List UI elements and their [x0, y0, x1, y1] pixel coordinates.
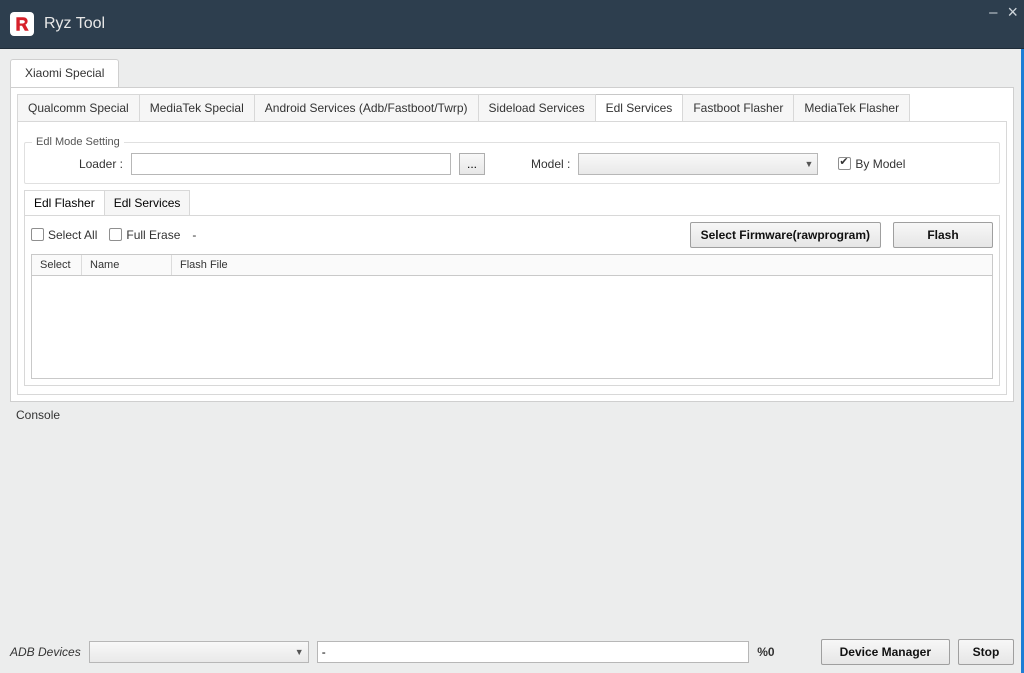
- tab-edl-services[interactable]: Edl Services: [596, 94, 684, 121]
- loader-input[interactable]: [131, 153, 451, 175]
- status-field: [317, 641, 750, 663]
- console-label: Console: [10, 402, 1014, 424]
- select-all-checkbox[interactable]: Select All: [31, 228, 97, 242]
- stop-button[interactable]: Stop: [958, 639, 1014, 665]
- tab-xiaomi-special[interactable]: Xiaomi Special: [10, 59, 119, 87]
- device-manager-button[interactable]: Device Manager: [821, 639, 950, 665]
- app-title: Ryz Tool: [44, 15, 105, 33]
- tabpanel-level1: Qualcomm Special MediaTek Special Androi…: [10, 87, 1014, 402]
- adb-devices-label: ADB Devices: [10, 645, 81, 659]
- chevron-down-icon: ▼: [295, 647, 304, 657]
- edl-mode-frame-title: Edl Mode Setting: [32, 136, 124, 148]
- dash-label: -: [192, 228, 196, 242]
- console-output[interactable]: [10, 424, 1014, 633]
- flash-button[interactable]: Flash: [893, 222, 993, 248]
- col-name: Name: [82, 255, 172, 275]
- bottom-bar: ADB Devices ▼ %0 Device Manager Stop: [10, 633, 1014, 665]
- full-erase-checkbox[interactable]: Full Erase: [109, 228, 180, 242]
- tabs-level2: Qualcomm Special MediaTek Special Androi…: [17, 94, 1007, 121]
- app-logo: [10, 12, 34, 36]
- tab-edl-services-inner[interactable]: Edl Services: [105, 190, 191, 215]
- col-select: Select: [32, 255, 82, 275]
- tab-edl-flasher[interactable]: Edl Flasher: [24, 190, 105, 215]
- tabpanel-edl-services: Edl Mode Setting Loader : ... Model : ▼: [17, 121, 1007, 395]
- loader-label: Loader :: [33, 157, 123, 171]
- tab-qualcomm-special[interactable]: Qualcomm Special: [17, 94, 140, 121]
- model-select[interactable]: ▼: [578, 153, 818, 175]
- tab-mediatek-special[interactable]: MediaTek Special: [140, 94, 255, 121]
- tabs-level3: Edl Flasher Edl Services: [24, 190, 1000, 215]
- loader-browse-button[interactable]: ...: [459, 153, 485, 175]
- edl-mode-frame: Loader : ... Model : ▼ By Model: [24, 142, 1000, 184]
- tabs-level1: Xiaomi Special: [10, 59, 1014, 87]
- by-model-checkbox[interactable]: By Model: [838, 157, 905, 171]
- col-flash-file: Flash File: [172, 255, 992, 275]
- chevron-down-icon: ▼: [804, 159, 813, 169]
- tabpanel-edl-flasher: Select All Full Erase - Select Firmware(…: [24, 215, 1000, 386]
- adb-devices-select[interactable]: ▼: [89, 641, 309, 663]
- titlebar: Ryz Tool – ×: [0, 0, 1024, 48]
- tab-mediatek-flasher[interactable]: MediaTek Flasher: [794, 94, 910, 121]
- select-firmware-button[interactable]: Select Firmware(rawprogram): [690, 222, 881, 248]
- tab-android-services[interactable]: Android Services (Adb/Fastboot/Twrp): [255, 94, 479, 121]
- minimize-button[interactable]: –: [989, 4, 997, 21]
- model-label: Model :: [531, 157, 570, 171]
- progress-label: %0: [757, 645, 774, 659]
- tab-sideload-services[interactable]: Sideload Services: [479, 94, 596, 121]
- close-button[interactable]: ×: [1007, 2, 1018, 23]
- partition-grid[interactable]: Select Name Flash File: [31, 254, 993, 379]
- tab-fastboot-flasher[interactable]: Fastboot Flasher: [683, 94, 794, 121]
